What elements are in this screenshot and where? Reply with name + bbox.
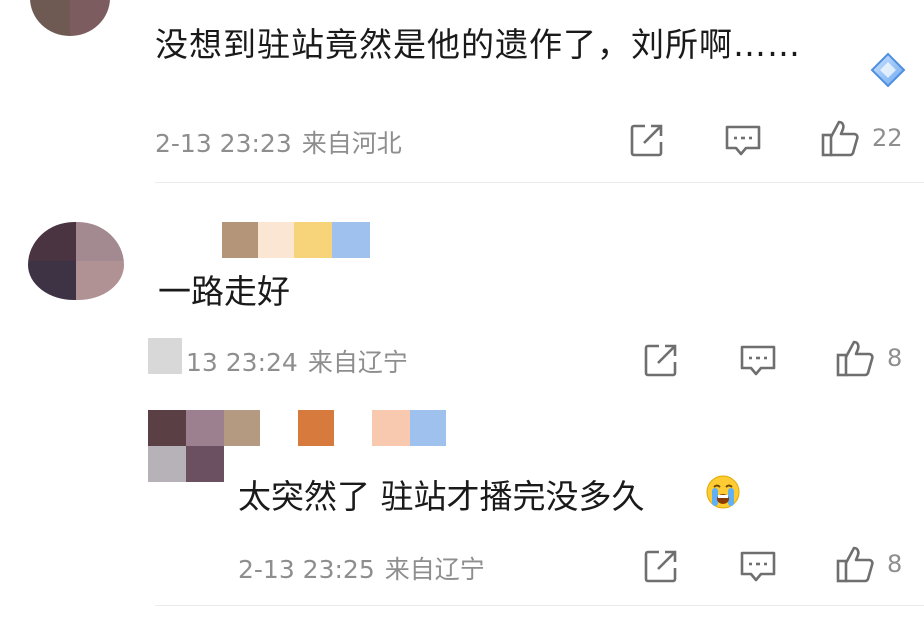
reply-time: 2-13 23:25 [238, 555, 375, 584]
comment-button[interactable] [739, 550, 777, 584]
avatar[interactable] [148, 410, 224, 482]
reply-text: 太突然了 驻站才播完没多久 [238, 477, 645, 516]
share-icon [630, 124, 663, 157]
like-count: 22 [872, 124, 903, 152]
comment-time: 13 23:24 [186, 348, 298, 377]
thumbs-up-icon [836, 340, 874, 377]
divider [155, 605, 924, 606]
avatar[interactable] [28, 222, 124, 300]
username-mosaic[interactable] [224, 410, 446, 446]
thumbs-up-icon [821, 120, 859, 157]
avatar[interactable] [30, 0, 110, 36]
comment-icon [740, 345, 776, 376]
comment-location: 来自辽宁 [307, 348, 408, 377]
like-button[interactable]: 22 [820, 118, 903, 158]
username-mosaic[interactable] [222, 222, 370, 258]
like-count: 8 [887, 344, 903, 372]
comment-time: 2-13 23:23 [155, 129, 292, 158]
comment-icon [725, 125, 761, 156]
divider [155, 182, 924, 183]
comment-meta: 13 23:24 来自辽宁 [186, 343, 408, 379]
comment-button[interactable] [724, 124, 762, 158]
share-icon [644, 344, 677, 377]
reply-meta: 2-13 23:25 来自辽宁 [238, 550, 485, 586]
comment-meta: 2-13 23:23 来自河北 [155, 124, 402, 160]
diamond-badge-icon [870, 52, 906, 88]
timestamp-blur [148, 338, 182, 374]
share-button[interactable] [629, 122, 665, 158]
share-button[interactable] [643, 342, 679, 378]
like-button[interactable]: 8 [835, 544, 902, 584]
thumbs-up-icon [836, 546, 874, 583]
like-button[interactable]: 8 [835, 338, 902, 378]
share-icon [644, 550, 677, 583]
comment-text: 一路走好 [158, 272, 290, 311]
comment-feed: 没想到驻站竟然是他的遗作了，刘所啊…… 2-13 23:23 来自河北 22 一… [0, 0, 924, 629]
comment-text: 没想到驻站竟然是他的遗作了，刘所啊…… [155, 25, 801, 64]
crying-face-icon [706, 475, 740, 509]
like-count: 8 [887, 550, 903, 578]
share-button[interactable] [643, 548, 679, 584]
comment-icon [740, 551, 776, 582]
comment-button[interactable] [739, 344, 777, 378]
comment-location: 来自河北 [301, 129, 402, 158]
reply-location: 来自辽宁 [384, 555, 485, 584]
